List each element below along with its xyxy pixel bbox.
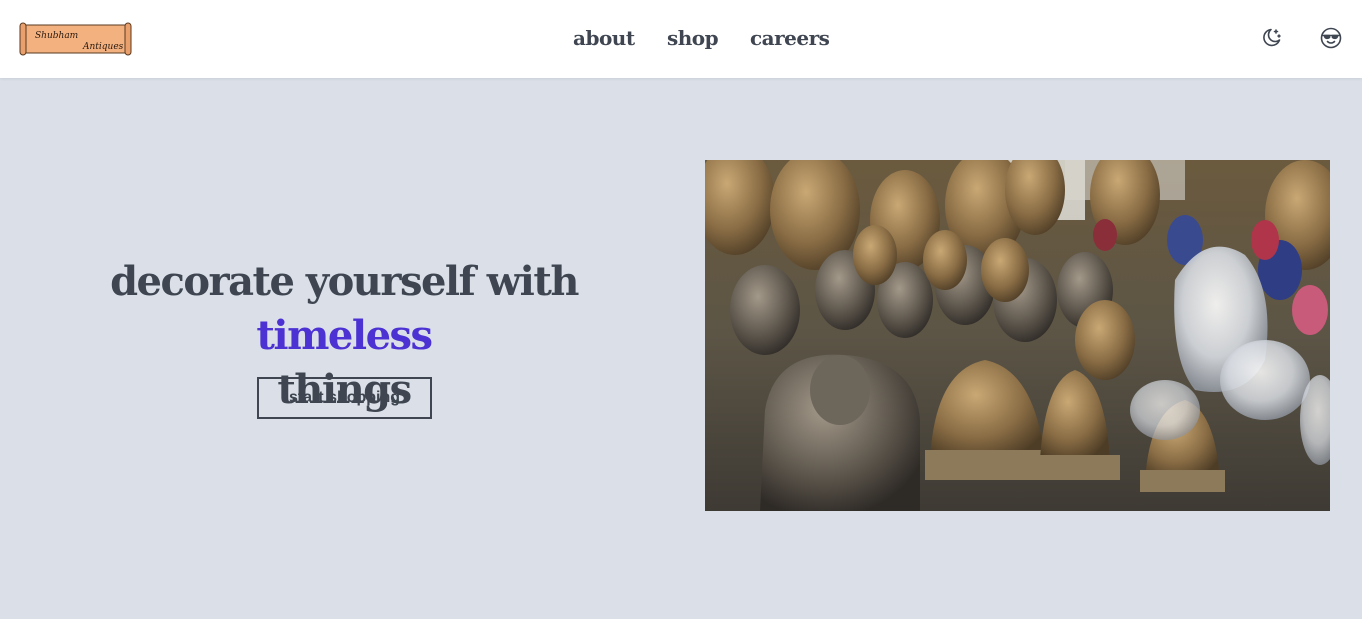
- hero-headline-accent: timeless: [256, 312, 433, 359]
- main-nav: about shop careers: [0, 26, 1362, 54]
- moon-stars-icon[interactable]: [1259, 26, 1283, 50]
- nav-link-shop[interactable]: shop: [667, 26, 719, 50]
- nav-link-about[interactable]: about: [573, 26, 635, 50]
- sunglasses-smiley-icon[interactable]: [1319, 26, 1343, 50]
- hero-image: [705, 160, 1330, 511]
- brass-ganesha-figurines-photo: [705, 160, 1330, 511]
- nav-link-careers[interactable]: careers: [750, 26, 830, 50]
- hero-headline-part1: decorate yourself with: [110, 258, 579, 305]
- start-shopping-button[interactable]: start shopping: [257, 377, 432, 419]
- site-header: Shubham Antiques about shop careers: [0, 0, 1362, 78]
